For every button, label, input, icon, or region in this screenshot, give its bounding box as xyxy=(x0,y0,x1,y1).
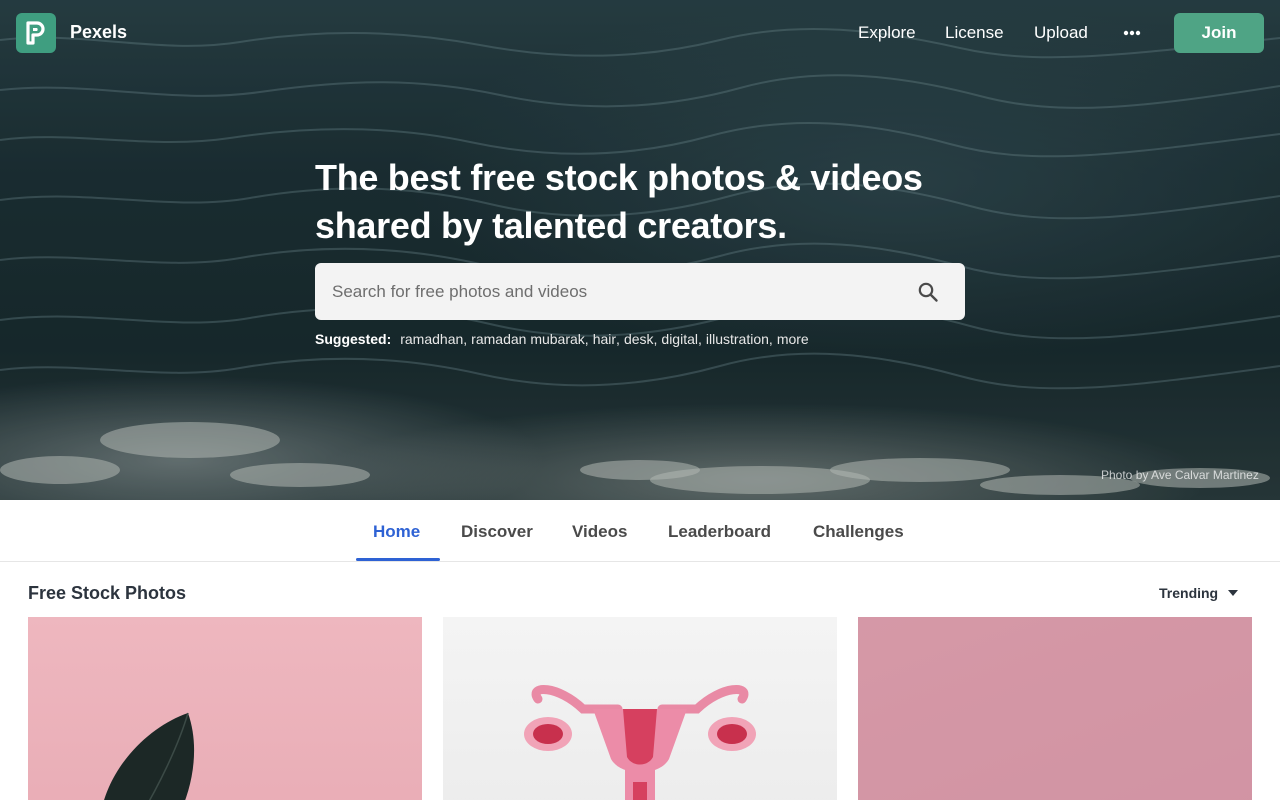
tab-videos[interactable]: Videos xyxy=(572,522,627,542)
search-input[interactable] xyxy=(315,263,915,320)
suggested-more-link[interactable]: more xyxy=(777,331,809,347)
section-title: Free Stock Photos xyxy=(28,583,187,603)
sort-label: Trending xyxy=(1159,585,1219,601)
suggested-item[interactable]: ramadhan xyxy=(400,331,463,347)
suggested-searches: Suggested: ramadhan, ramadan mubarak, ha… xyxy=(315,331,809,351)
tab-leaderboard[interactable]: Leaderboard xyxy=(668,522,771,542)
hero-title: The best free stock photos & videos shar… xyxy=(315,157,923,246)
more-menu-button[interactable] xyxy=(1120,22,1144,44)
suggested-label: Suggested: xyxy=(315,331,392,347)
logo-p-icon xyxy=(26,21,45,45)
section-tabs: Home Discover Videos Leaderboard Challen… xyxy=(0,500,1280,562)
photo-credit[interactable]: Photo by Ave Calvar Martinez xyxy=(1101,468,1259,482)
suggested-item[interactable]: digital xyxy=(661,331,698,347)
suggested-item[interactable]: ramadan mubarak xyxy=(471,331,585,347)
ellipsis-icon xyxy=(1123,30,1141,36)
top-navigation: Pexels Explore License Upload Join xyxy=(0,0,1280,66)
hero-overlay xyxy=(0,0,1280,500)
sort-dropdown[interactable]: Trending xyxy=(1159,585,1239,601)
uterus-photo-image xyxy=(524,685,756,800)
suggested-list: ramadhan, ramadan mubarak, hair, desk, d… xyxy=(400,331,809,347)
join-button[interactable]: Join xyxy=(1174,13,1264,53)
search-icon[interactable] xyxy=(916,280,940,304)
suggested-item[interactable]: illustration xyxy=(706,331,769,347)
pexels-logo-icon[interactable] xyxy=(16,13,56,53)
tab-challenges[interactable]: Challenges xyxy=(813,522,904,542)
photo-card[interactable] xyxy=(28,617,422,800)
pink-photo-image xyxy=(858,617,1252,800)
active-tab-indicator xyxy=(356,558,440,561)
nav-license-link[interactable]: License xyxy=(945,23,1004,43)
nav-upload-link[interactable]: Upload xyxy=(1034,23,1088,43)
tab-discover[interactable]: Discover xyxy=(461,522,533,542)
photo-card[interactable] xyxy=(443,617,837,800)
brand-name[interactable]: Pexels xyxy=(70,22,127,43)
suggested-item[interactable]: desk xyxy=(624,331,654,347)
leaf-photo-image xyxy=(104,712,195,800)
suggested-item[interactable]: hair xyxy=(593,331,616,347)
caret-down-icon xyxy=(1228,590,1239,596)
search-box xyxy=(315,263,965,320)
tab-home[interactable]: Home xyxy=(373,522,420,542)
hero-background xyxy=(0,0,1280,500)
nav-explore-link[interactable]: Explore xyxy=(858,23,916,43)
photo-card[interactable] xyxy=(858,617,1252,800)
